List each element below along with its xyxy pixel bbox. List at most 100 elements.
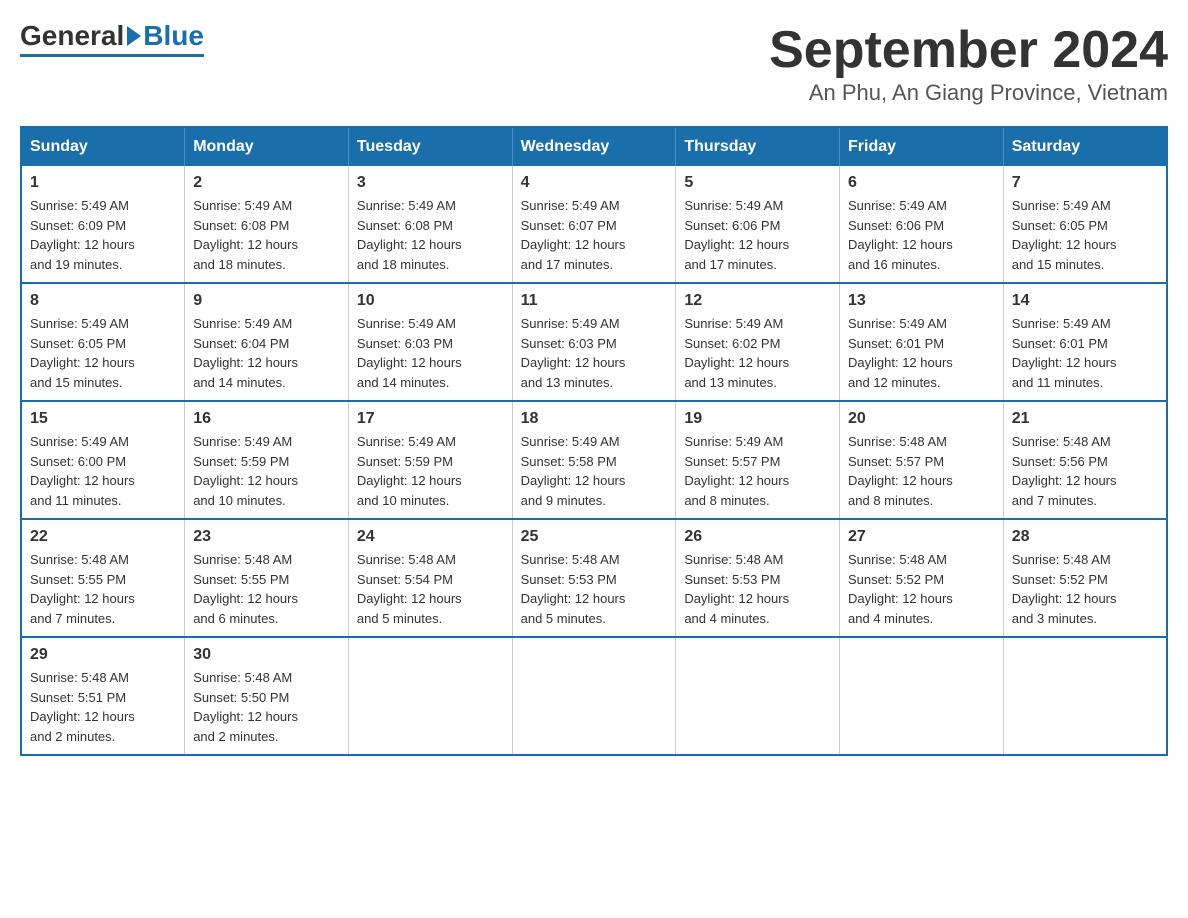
table-row: 24 Sunrise: 5:48 AMSunset: 5:54 PMDaylig…	[348, 519, 512, 637]
table-row: 16 Sunrise: 5:49 AMSunset: 5:59 PMDaylig…	[185, 401, 349, 519]
day-info: Sunrise: 5:48 AMSunset: 5:55 PMDaylight:…	[30, 552, 135, 626]
table-row: 10 Sunrise: 5:49 AMSunset: 6:03 PMDaylig…	[348, 283, 512, 401]
day-number: 2	[193, 174, 340, 192]
day-info: Sunrise: 5:49 AMSunset: 5:58 PMDaylight:…	[521, 434, 626, 508]
table-row: 22 Sunrise: 5:48 AMSunset: 5:55 PMDaylig…	[21, 519, 185, 637]
day-info: Sunrise: 5:49 AMSunset: 6:08 PMDaylight:…	[193, 198, 298, 272]
table-row: 15 Sunrise: 5:49 AMSunset: 6:00 PMDaylig…	[21, 401, 185, 519]
table-row: 2 Sunrise: 5:49 AMSunset: 6:08 PMDayligh…	[185, 166, 349, 283]
day-number: 3	[357, 174, 504, 192]
day-number: 19	[684, 410, 831, 428]
table-row: 19 Sunrise: 5:49 AMSunset: 5:57 PMDaylig…	[676, 401, 840, 519]
day-number: 6	[848, 174, 995, 192]
table-row: 14 Sunrise: 5:49 AMSunset: 6:01 PMDaylig…	[1003, 283, 1167, 401]
day-info: Sunrise: 5:49 AMSunset: 6:08 PMDaylight:…	[357, 198, 462, 272]
day-info: Sunrise: 5:48 AMSunset: 5:52 PMDaylight:…	[1012, 552, 1117, 626]
table-row: 27 Sunrise: 5:48 AMSunset: 5:52 PMDaylig…	[840, 519, 1004, 637]
table-row: 23 Sunrise: 5:48 AMSunset: 5:55 PMDaylig…	[185, 519, 349, 637]
table-row: 17 Sunrise: 5:49 AMSunset: 5:59 PMDaylig…	[348, 401, 512, 519]
day-number: 28	[1012, 528, 1158, 546]
calendar-week-row: 1 Sunrise: 5:49 AMSunset: 6:09 PMDayligh…	[21, 166, 1167, 283]
header-tuesday: Tuesday	[348, 127, 512, 166]
day-info: Sunrise: 5:48 AMSunset: 5:53 PMDaylight:…	[521, 552, 626, 626]
day-info: Sunrise: 5:49 AMSunset: 6:07 PMDaylight:…	[521, 198, 626, 272]
table-row: 3 Sunrise: 5:49 AMSunset: 6:08 PMDayligh…	[348, 166, 512, 283]
day-number: 25	[521, 528, 668, 546]
page-title: September 2024	[769, 20, 1168, 80]
table-row: 26 Sunrise: 5:48 AMSunset: 5:53 PMDaylig…	[676, 519, 840, 637]
table-row	[512, 637, 676, 755]
day-number: 11	[521, 292, 668, 310]
day-number: 14	[1012, 292, 1158, 310]
header-saturday: Saturday	[1003, 127, 1167, 166]
logo: General Blue	[20, 20, 204, 57]
calendar-table: Sunday Monday Tuesday Wednesday Thursday…	[20, 126, 1168, 756]
day-info: Sunrise: 5:48 AMSunset: 5:51 PMDaylight:…	[30, 670, 135, 744]
day-number: 13	[848, 292, 995, 310]
day-number: 18	[521, 410, 668, 428]
day-number: 16	[193, 410, 340, 428]
day-number: 23	[193, 528, 340, 546]
day-number: 26	[684, 528, 831, 546]
day-info: Sunrise: 5:49 AMSunset: 5:59 PMDaylight:…	[357, 434, 462, 508]
day-info: Sunrise: 5:49 AMSunset: 5:59 PMDaylight:…	[193, 434, 298, 508]
calendar-week-row: 8 Sunrise: 5:49 AMSunset: 6:05 PMDayligh…	[21, 283, 1167, 401]
day-info: Sunrise: 5:48 AMSunset: 5:52 PMDaylight:…	[848, 552, 953, 626]
day-number: 10	[357, 292, 504, 310]
day-number: 30	[193, 646, 340, 664]
day-info: Sunrise: 5:49 AMSunset: 6:04 PMDaylight:…	[193, 316, 298, 390]
calendar-week-row: 22 Sunrise: 5:48 AMSunset: 5:55 PMDaylig…	[21, 519, 1167, 637]
day-number: 5	[684, 174, 831, 192]
table-row: 11 Sunrise: 5:49 AMSunset: 6:03 PMDaylig…	[512, 283, 676, 401]
table-row: 29 Sunrise: 5:48 AMSunset: 5:51 PMDaylig…	[21, 637, 185, 755]
day-info: Sunrise: 5:48 AMSunset: 5:53 PMDaylight:…	[684, 552, 789, 626]
day-info: Sunrise: 5:49 AMSunset: 5:57 PMDaylight:…	[684, 434, 789, 508]
header-wednesday: Wednesday	[512, 127, 676, 166]
day-info: Sunrise: 5:48 AMSunset: 5:54 PMDaylight:…	[357, 552, 462, 626]
day-info: Sunrise: 5:49 AMSunset: 6:06 PMDaylight:…	[684, 198, 789, 272]
calendar-header-row: Sunday Monday Tuesday Wednesday Thursday…	[21, 127, 1167, 166]
day-info: Sunrise: 5:49 AMSunset: 6:06 PMDaylight:…	[848, 198, 953, 272]
table-row: 21 Sunrise: 5:48 AMSunset: 5:56 PMDaylig…	[1003, 401, 1167, 519]
day-number: 21	[1012, 410, 1158, 428]
day-number: 29	[30, 646, 176, 664]
logo-blue-text: Blue	[143, 20, 204, 52]
day-number: 27	[848, 528, 995, 546]
table-row: 7 Sunrise: 5:49 AMSunset: 6:05 PMDayligh…	[1003, 166, 1167, 283]
table-row: 13 Sunrise: 5:49 AMSunset: 6:01 PMDaylig…	[840, 283, 1004, 401]
day-number: 17	[357, 410, 504, 428]
day-info: Sunrise: 5:49 AMSunset: 6:09 PMDaylight:…	[30, 198, 135, 272]
day-info: Sunrise: 5:48 AMSunset: 5:56 PMDaylight:…	[1012, 434, 1117, 508]
day-info: Sunrise: 5:49 AMSunset: 6:03 PMDaylight:…	[357, 316, 462, 390]
logo-triangle-icon	[127, 26, 141, 46]
day-number: 1	[30, 174, 176, 192]
table-row: 25 Sunrise: 5:48 AMSunset: 5:53 PMDaylig…	[512, 519, 676, 637]
calendar-week-row: 15 Sunrise: 5:49 AMSunset: 6:00 PMDaylig…	[21, 401, 1167, 519]
table-row	[676, 637, 840, 755]
table-row: 12 Sunrise: 5:49 AMSunset: 6:02 PMDaylig…	[676, 283, 840, 401]
day-info: Sunrise: 5:49 AMSunset: 6:01 PMDaylight:…	[1012, 316, 1117, 390]
title-section: September 2024 An Phu, An Giang Province…	[769, 20, 1168, 106]
table-row: 20 Sunrise: 5:48 AMSunset: 5:57 PMDaylig…	[840, 401, 1004, 519]
logo-general-text: General	[20, 20, 124, 52]
table-row: 28 Sunrise: 5:48 AMSunset: 5:52 PMDaylig…	[1003, 519, 1167, 637]
calendar-week-row: 29 Sunrise: 5:48 AMSunset: 5:51 PMDaylig…	[21, 637, 1167, 755]
logo-underline	[20, 54, 204, 57]
table-row: 30 Sunrise: 5:48 AMSunset: 5:50 PMDaylig…	[185, 637, 349, 755]
header-thursday: Thursday	[676, 127, 840, 166]
table-row: 18 Sunrise: 5:49 AMSunset: 5:58 PMDaylig…	[512, 401, 676, 519]
day-info: Sunrise: 5:48 AMSunset: 5:50 PMDaylight:…	[193, 670, 298, 744]
page-header: General Blue September 2024 An Phu, An G…	[20, 20, 1168, 106]
table-row: 4 Sunrise: 5:49 AMSunset: 6:07 PMDayligh…	[512, 166, 676, 283]
day-number: 9	[193, 292, 340, 310]
day-number: 7	[1012, 174, 1158, 192]
header-monday: Monday	[185, 127, 349, 166]
table-row: 9 Sunrise: 5:49 AMSunset: 6:04 PMDayligh…	[185, 283, 349, 401]
day-info: Sunrise: 5:48 AMSunset: 5:55 PMDaylight:…	[193, 552, 298, 626]
day-number: 4	[521, 174, 668, 192]
header-sunday: Sunday	[21, 127, 185, 166]
day-info: Sunrise: 5:49 AMSunset: 6:03 PMDaylight:…	[521, 316, 626, 390]
day-number: 24	[357, 528, 504, 546]
table-row	[1003, 637, 1167, 755]
table-row: 1 Sunrise: 5:49 AMSunset: 6:09 PMDayligh…	[21, 166, 185, 283]
